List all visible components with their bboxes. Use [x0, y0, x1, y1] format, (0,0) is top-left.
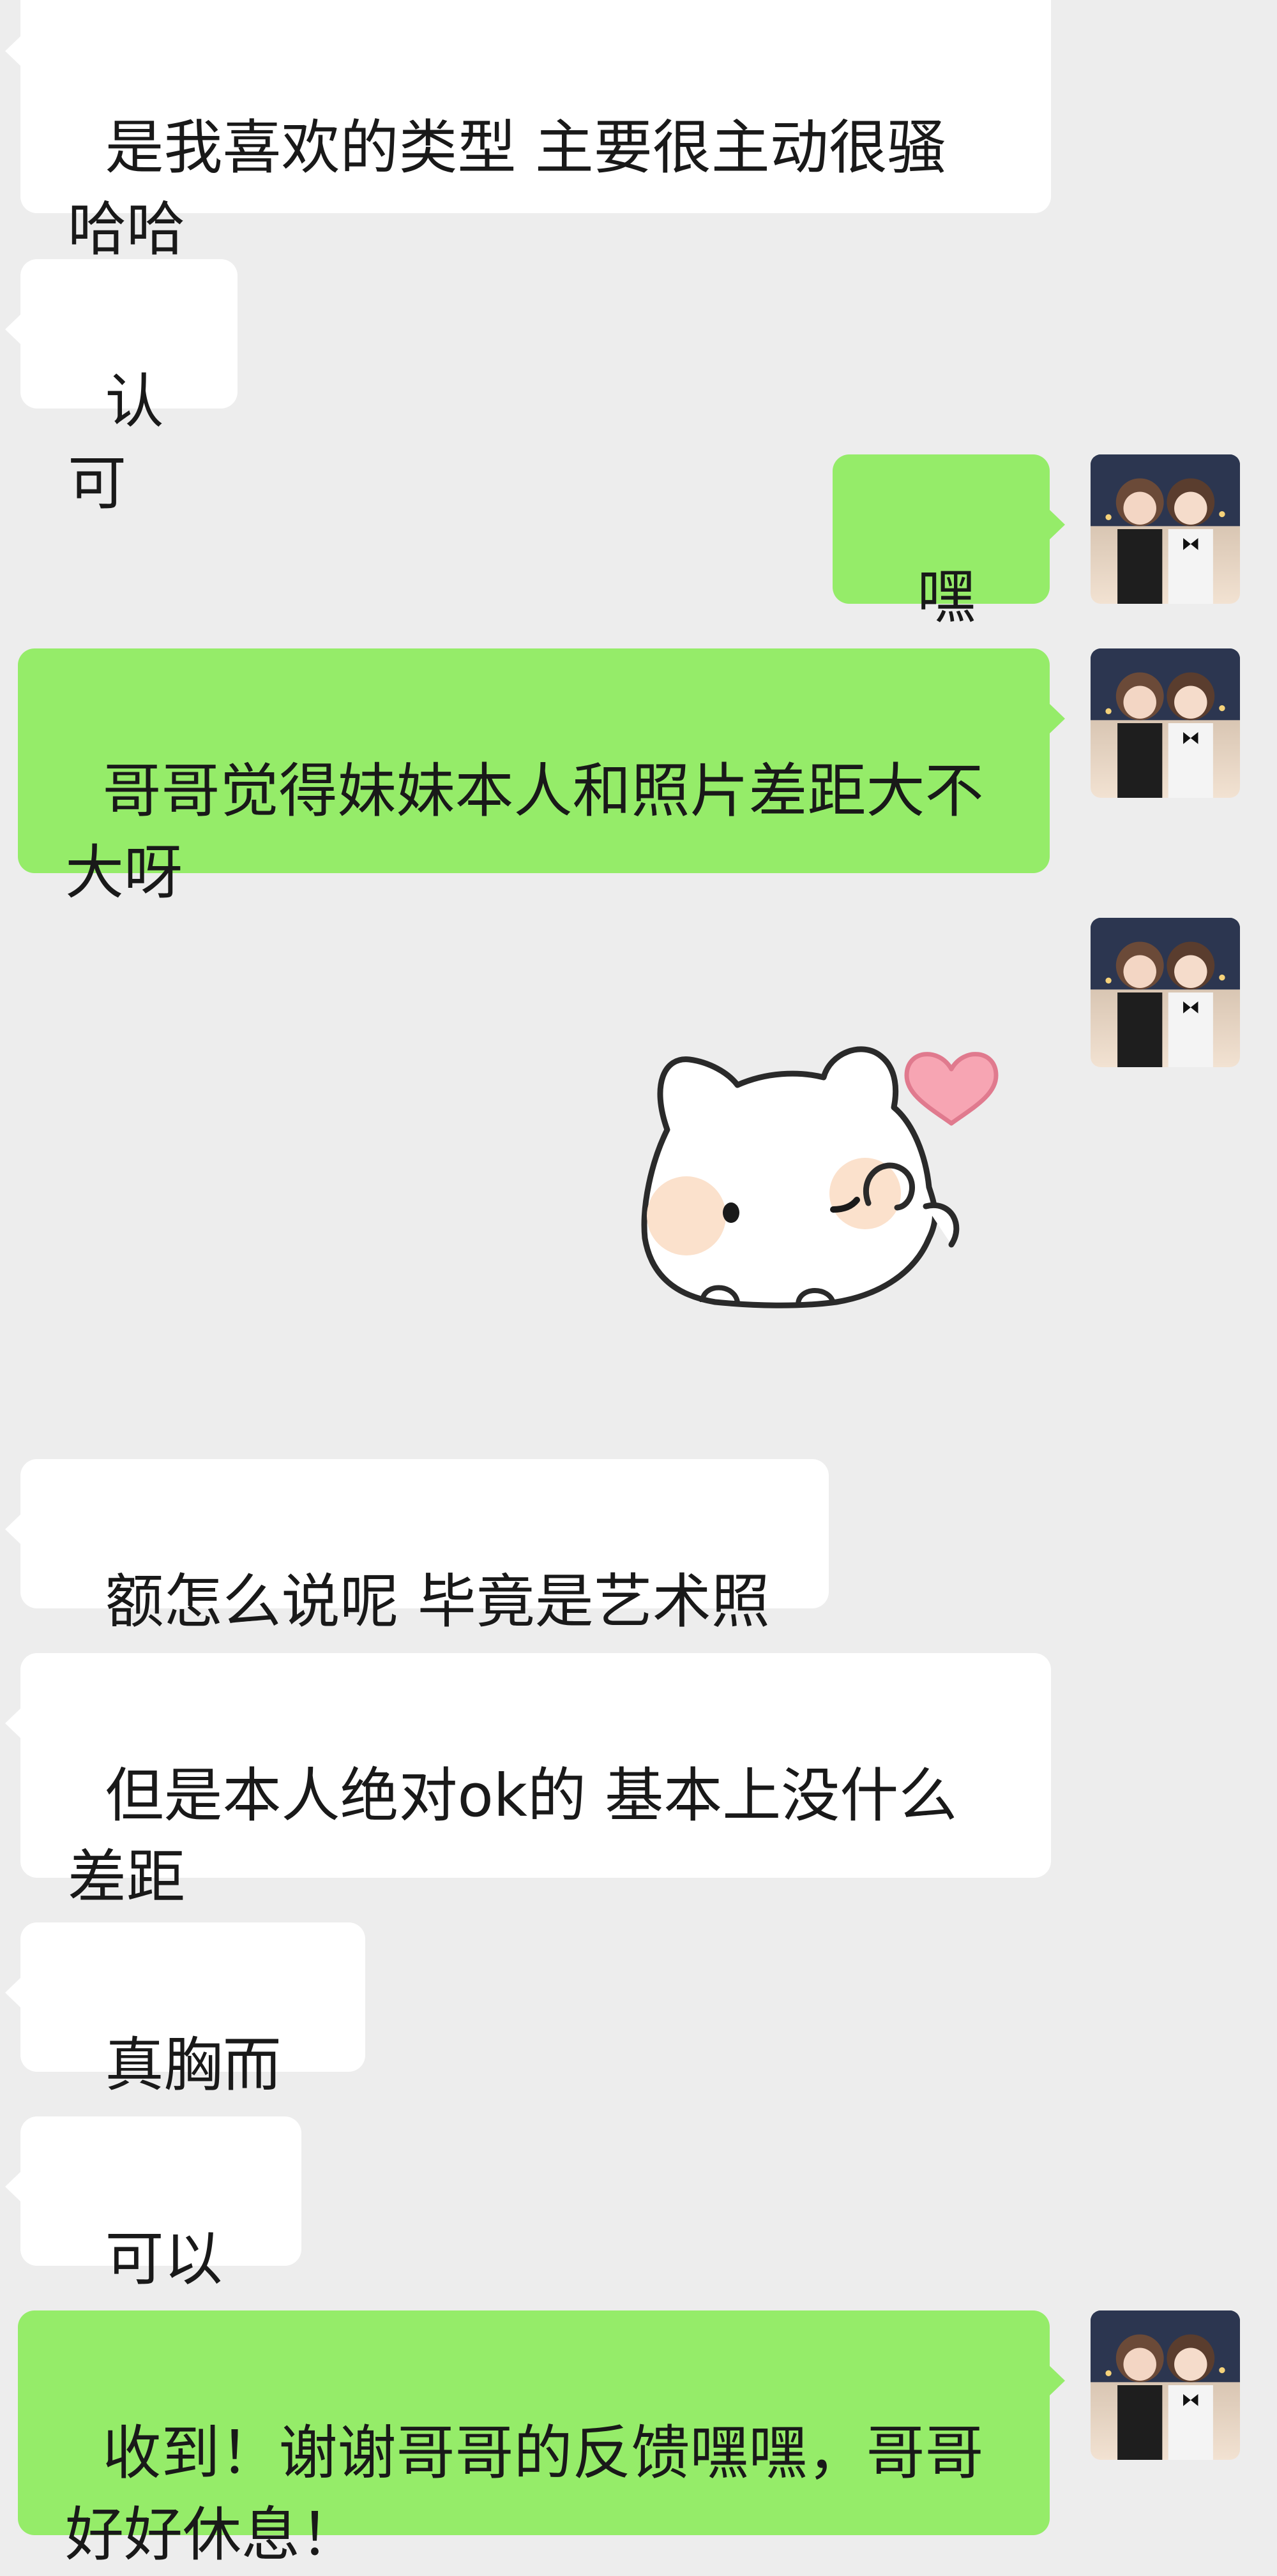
message-bubble-incoming[interactable]: 认可 — [5, 259, 238, 518]
message-bubble-incoming[interactable]: 额怎么说呢 毕竟是艺术照 — [5, 1459, 829, 1636]
message-bubble-outgoing[interactable]: 哥哥觉得妹妹本人和照片差距大不大呀 — [18, 648, 1065, 907]
message-bubble-outgoing[interactable]: 收到！谢谢哥哥的反馈嘿嘿，哥哥好好休息！ — [18, 2310, 1065, 2569]
avatar[interactable] — [1091, 2310, 1240, 2460]
avatar[interactable] — [1091, 918, 1240, 1067]
avatar[interactable] — [1091, 454, 1240, 604]
message-text: 收到！谢谢哥哥的反馈嘿嘿，哥哥好好休息！ — [65, 2419, 984, 2569]
message-bubble-outgoing[interactable]: 嘿嘿 — [833, 454, 1065, 713]
cat-sticker-icon — [641, 1046, 999, 1308]
message-text: 认可 — [68, 368, 164, 518]
avatar-photo-icon — [1091, 918, 1240, 1067]
message-bubble-incoming[interactable]: 是我喜欢的类型 主要很主动很骚哈哈 — [5, 0, 1051, 264]
message-bubble-incoming[interactable]: 真胸而且 — [5, 1922, 365, 2181]
message-bubble-incoming[interactable]: 但是本人绝对ok的 基本上没什么差距 — [5, 1653, 1051, 1912]
cat-heart-sticker[interactable] — [607, 996, 1002, 1328]
message-text: 额怎么说呢 毕竟是艺术照 — [105, 1568, 770, 1636]
avatar-photo-icon — [1091, 648, 1240, 798]
message-text: 是我喜欢的类型 主要很主动很骚哈哈 — [68, 114, 946, 264]
avatar[interactable] — [1091, 648, 1240, 798]
message-bubble-incoming[interactable]: 可以的 — [5, 2116, 301, 2375]
avatar-photo-icon — [1091, 454, 1240, 604]
message-text: 哥哥觉得妹妹本人和照片差距大不大呀 — [65, 757, 984, 907]
avatar-photo-icon — [1091, 2310, 1240, 2460]
message-text: 但是本人绝对ok的 基本上没什么差距 — [68, 1762, 958, 1912]
